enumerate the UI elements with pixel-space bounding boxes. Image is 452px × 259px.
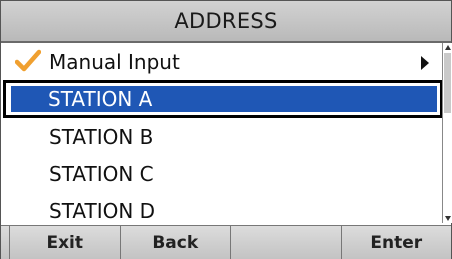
list-item-station-b[interactable]: STATION B [1, 118, 441, 155]
list-item-manual-input[interactable]: Manual Input [1, 43, 441, 80]
scrollbar[interactable] [442, 43, 452, 223]
softkey-spacer [1, 226, 10, 259]
list-item-station-a[interactable]: STATION A [3, 80, 443, 118]
list-item-label: Manual Input [49, 49, 180, 74]
list-item-label: STATION B [49, 124, 154, 149]
list-item-station-c[interactable]: STATION C [1, 155, 441, 192]
checkmark-icon [15, 49, 41, 72]
softkey-bar: Exit Back Enter [1, 225, 451, 259]
enter-softkey[interactable]: Enter [342, 226, 452, 259]
radio-display: ADDRESS Manual Input STATION A STATION B… [0, 0, 452, 259]
list-item-label: STATION A [48, 87, 153, 111]
back-softkey[interactable]: Back [121, 226, 231, 259]
scroll-down-icon [445, 216, 451, 221]
list-item-label: STATION C [49, 161, 154, 186]
scroll-thumb[interactable] [444, 53, 451, 113]
scroll-up-icon [445, 45, 451, 50]
submenu-arrow-icon [421, 56, 429, 70]
screen-title: ADDRESS [1, 1, 451, 43]
exit-softkey[interactable]: Exit [10, 226, 121, 259]
list-item-station-d[interactable]: STATION D [1, 192, 441, 229]
list-item-label: STATION D [49, 198, 156, 223]
blank-softkey[interactable] [231, 226, 342, 259]
